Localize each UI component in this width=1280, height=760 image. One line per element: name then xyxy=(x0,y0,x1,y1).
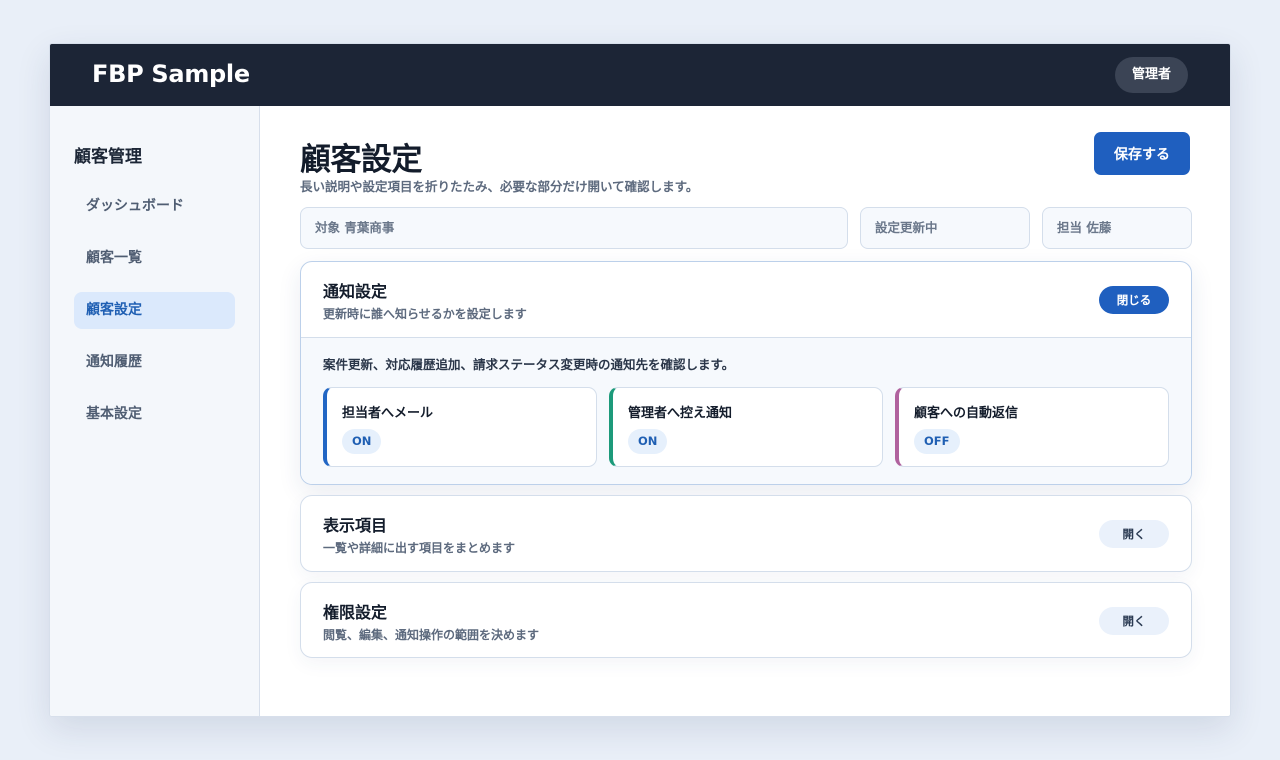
panel-body: 案件更新、対応履歴追加、請求ステータス変更時の通知先を確認します。 担当者へメー… xyxy=(301,337,1191,484)
user-role-chip[interactable]: 管理者 xyxy=(1114,57,1188,93)
sidebar: 顧客管理 ダッシュボード 顧客一覧 顧客設定 通知履歴 基本設定 xyxy=(50,106,260,716)
status-badge[interactable]: ON xyxy=(342,429,382,454)
panel-note: 案件更新、対応履歴追加、請求ステータス変更時の通知先を確認します。 xyxy=(323,357,735,372)
panel-title: 通知設定 xyxy=(323,282,388,301)
app-window: FBP Sample 管理者 顧客管理 ダッシュボード 顧客一覧 顧客設定 通知… xyxy=(49,43,1231,717)
collapse-button[interactable]: 閉じる xyxy=(1099,286,1169,314)
display-items-panel: 表示項目 一覧や詳細に出す項目をまとめます 開く xyxy=(300,495,1192,572)
panel-subtitle: 一覧や詳細に出す項目をまとめます xyxy=(323,541,516,555)
owner-filter[interactable]: 担当 佐藤 xyxy=(1042,207,1192,249)
sidebar-item-customer-list[interactable]: 顧客一覧 xyxy=(74,240,235,277)
brand-title: FBP Sample xyxy=(92,60,250,88)
panel-title: 権限設定 xyxy=(323,603,388,622)
panel-header[interactable]: 表示項目 一覧や詳細に出す項目をまとめます 開く xyxy=(301,496,1191,571)
page-title: 顧客設定 xyxy=(300,142,423,178)
main-content: 顧客設定 長い説明や設定項目を折りたたみ、必要な部分だけ開いて確認します。 保存… xyxy=(300,106,1192,716)
expand-button[interactable]: 開く xyxy=(1099,520,1169,548)
notify-card-admin-copy[interactable]: 管理者へ控え通知 ON xyxy=(609,387,883,467)
top-bar: FBP Sample 管理者 xyxy=(50,44,1230,106)
save-button[interactable]: 保存する xyxy=(1094,132,1190,175)
panel-title: 表示項目 xyxy=(323,516,388,535)
card-title: 顧客への自動返信 xyxy=(914,406,1019,421)
panel-subtitle: 閲覧、編集、通知操作の範囲を決めます xyxy=(323,628,540,642)
sidebar-item-dashboard[interactable]: ダッシュボード xyxy=(74,188,235,225)
notify-card-assignee-email[interactable]: 担当者へメール ON xyxy=(323,387,597,467)
status-badge[interactable]: OFF xyxy=(914,429,960,454)
notification-settings-panel: 通知設定 更新時に誰へ知らせるかを設定します 閉じる 案件更新、対応履歴追加、請… xyxy=(300,261,1192,485)
sidebar-item-notification-history[interactable]: 通知履歴 xyxy=(74,344,235,381)
sidebar-nav: ダッシュボード 顧客一覧 顧客設定 通知履歴 基本設定 xyxy=(74,188,235,448)
sidebar-item-customer-settings[interactable]: 顧客設定 xyxy=(74,292,235,329)
panel-header[interactable]: 通知設定 更新時に誰へ知らせるかを設定します 閉じる xyxy=(301,262,1191,337)
permission-settings-panel: 権限設定 閲覧、編集、通知操作の範囲を決めます 開く xyxy=(300,582,1192,658)
card-title: 担当者へメール xyxy=(342,406,434,421)
page-description: 長い説明や設定項目を折りたたみ、必要な部分だけ開いて確認します。 xyxy=(300,179,699,194)
panel-subtitle: 更新時に誰へ知らせるかを設定します xyxy=(323,307,527,321)
sidebar-heading: 顧客管理 xyxy=(74,147,142,167)
card-title: 管理者へ控え通知 xyxy=(628,406,733,421)
expand-button[interactable]: 開く xyxy=(1099,607,1169,635)
status-filter[interactable]: 設定更新中 xyxy=(860,207,1030,249)
target-filter[interactable]: 対象 青葉商事 xyxy=(300,207,848,249)
panel-header[interactable]: 権限設定 閲覧、編集、通知操作の範囲を決めます 開く xyxy=(301,583,1191,657)
notify-card-customer-autoreply[interactable]: 顧客への自動返信 OFF xyxy=(895,387,1169,467)
sidebar-item-basic-settings[interactable]: 基本設定 xyxy=(74,396,235,433)
status-badge[interactable]: ON xyxy=(628,429,668,454)
